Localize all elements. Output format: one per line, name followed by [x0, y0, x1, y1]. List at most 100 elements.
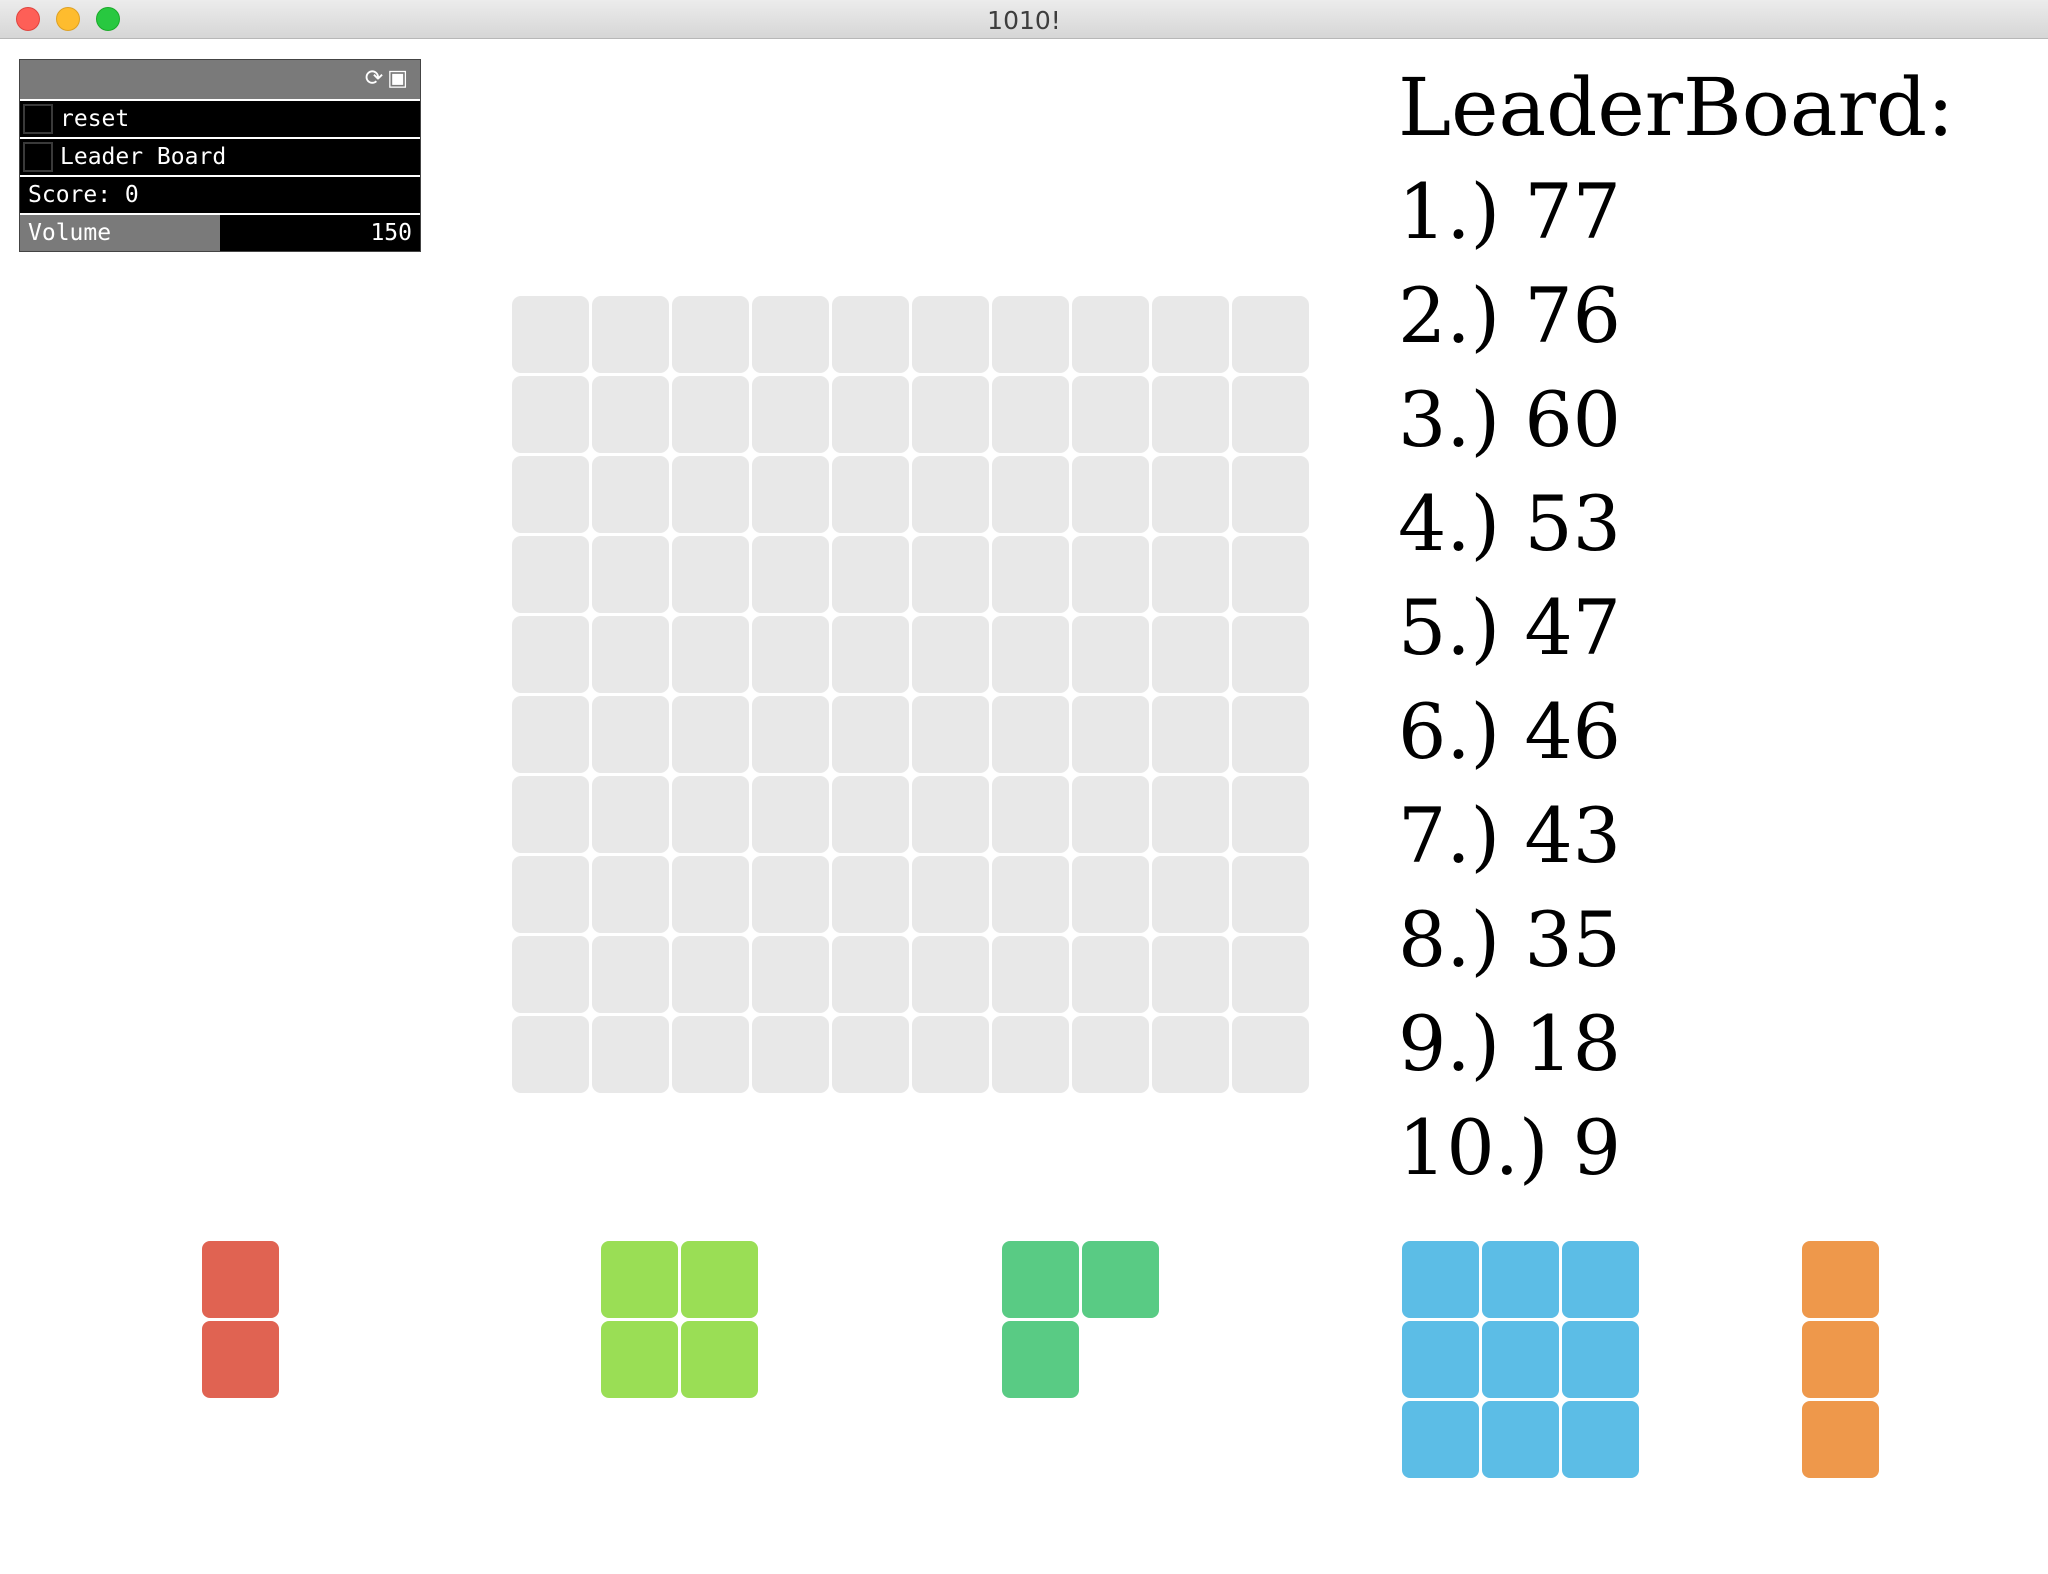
- board-cell[interactable]: [752, 456, 829, 533]
- board-cell[interactable]: [752, 776, 829, 853]
- board-cell[interactable]: [592, 776, 669, 853]
- board-cell[interactable]: [592, 456, 669, 533]
- board-cell[interactable]: [1152, 1016, 1229, 1093]
- piece-block[interactable]: [1802, 1321, 1879, 1398]
- piece-block[interactable]: [1482, 1321, 1559, 1398]
- board-cell[interactable]: [592, 376, 669, 453]
- board-cell[interactable]: [512, 856, 589, 933]
- piece-block[interactable]: [1562, 1401, 1639, 1478]
- save-icon[interactable]: ▣: [387, 66, 412, 91]
- board-cell[interactable]: [752, 616, 829, 693]
- board-cell[interactable]: [512, 936, 589, 1013]
- piece-block[interactable]: [1562, 1321, 1639, 1398]
- board-cell[interactable]: [992, 456, 1069, 533]
- board-cell[interactable]: [1152, 536, 1229, 613]
- board-cell[interactable]: [832, 456, 909, 533]
- board-cell[interactable]: [992, 616, 1069, 693]
- board-cell[interactable]: [992, 776, 1069, 853]
- piece-block[interactable]: [1402, 1401, 1479, 1478]
- board-cell[interactable]: [752, 696, 829, 773]
- board-cell[interactable]: [1232, 776, 1309, 853]
- board-cell[interactable]: [512, 616, 589, 693]
- piece-block[interactable]: [1482, 1401, 1559, 1478]
- board-cell[interactable]: [912, 616, 989, 693]
- board-cell[interactable]: [672, 616, 749, 693]
- board-cell[interactable]: [672, 776, 749, 853]
- board-cell[interactable]: [1232, 856, 1309, 933]
- board-cell[interactable]: [832, 856, 909, 933]
- board-cell[interactable]: [752, 936, 829, 1013]
- refresh-icon[interactable]: ⟳: [365, 66, 387, 91]
- board-cell[interactable]: [512, 776, 589, 853]
- board-cell[interactable]: [992, 856, 1069, 933]
- piece-red-vertical-2[interactable]: [202, 1241, 279, 1398]
- board-cell[interactable]: [752, 1016, 829, 1093]
- piece-lime-square-2x2[interactable]: [601, 1241, 758, 1398]
- board-cell[interactable]: [1072, 1016, 1149, 1093]
- board-cell[interactable]: [512, 456, 589, 533]
- board-cell[interactable]: [1072, 616, 1149, 693]
- board-cell[interactable]: [912, 856, 989, 933]
- board-cell[interactable]: [832, 776, 909, 853]
- piece-block[interactable]: [1002, 1321, 1079, 1398]
- piece-block[interactable]: [681, 1321, 758, 1398]
- board-cell[interactable]: [992, 696, 1069, 773]
- board-cell[interactable]: [592, 1016, 669, 1093]
- piece-block[interactable]: [1802, 1241, 1879, 1318]
- piece-orange-vertical-3[interactable]: [1802, 1241, 1879, 1478]
- board-cell[interactable]: [992, 1016, 1069, 1093]
- board-cell[interactable]: [1072, 296, 1149, 373]
- board-cell[interactable]: [992, 936, 1069, 1013]
- board-cell[interactable]: [1152, 376, 1229, 453]
- board-cell[interactable]: [912, 376, 989, 453]
- piece-block[interactable]: [601, 1241, 678, 1318]
- board-cell[interactable]: [672, 936, 749, 1013]
- piece-block[interactable]: [601, 1321, 678, 1398]
- board-cell[interactable]: [512, 536, 589, 613]
- piece-green-corner-3[interactable]: [1002, 1241, 1159, 1398]
- board-cell[interactable]: [592, 536, 669, 613]
- board-cell[interactable]: [912, 696, 989, 773]
- board-cell[interactable]: [1232, 616, 1309, 693]
- board-cell[interactable]: [592, 696, 669, 773]
- board-cell[interactable]: [1072, 376, 1149, 453]
- piece-block[interactable]: [681, 1241, 758, 1318]
- board-cell[interactable]: [1152, 856, 1229, 933]
- board-cell[interactable]: [672, 856, 749, 933]
- board-cell[interactable]: [592, 616, 669, 693]
- reset-toggle[interactable]: reset: [20, 101, 420, 139]
- control-panel-header[interactable]: ⟳▣: [20, 60, 420, 101]
- board-cell[interactable]: [832, 1016, 909, 1093]
- piece-block[interactable]: [1002, 1241, 1079, 1318]
- piece-block[interactable]: [1482, 1241, 1559, 1318]
- board-cell[interactable]: [912, 536, 989, 613]
- board-cell[interactable]: [1152, 776, 1229, 853]
- leaderboard-checkbox[interactable]: [23, 142, 53, 172]
- board-cell[interactable]: [1152, 296, 1229, 373]
- board-cell[interactable]: [992, 536, 1069, 613]
- piece-block[interactable]: [1562, 1241, 1639, 1318]
- board-cell[interactable]: [672, 376, 749, 453]
- board-cell[interactable]: [832, 696, 909, 773]
- board-cell[interactable]: [1152, 616, 1229, 693]
- board-cell[interactable]: [1232, 296, 1309, 373]
- piece-block[interactable]: [1802, 1401, 1879, 1478]
- board-cell[interactable]: [752, 536, 829, 613]
- board-cell[interactable]: [832, 936, 909, 1013]
- board-cell[interactable]: [512, 696, 589, 773]
- board-cell[interactable]: [1072, 696, 1149, 773]
- board-cell[interactable]: [1232, 536, 1309, 613]
- board-cell[interactable]: [672, 296, 749, 373]
- piece-block[interactable]: [1402, 1321, 1479, 1398]
- board-cell[interactable]: [592, 936, 669, 1013]
- piece-block[interactable]: [1402, 1241, 1479, 1318]
- piece-blue-square-3x3[interactable]: [1402, 1241, 1639, 1478]
- board-cell[interactable]: [1232, 456, 1309, 533]
- board-cell[interactable]: [752, 856, 829, 933]
- board-cell[interactable]: [1072, 776, 1149, 853]
- board-cell[interactable]: [912, 296, 989, 373]
- board-cell[interactable]: [592, 856, 669, 933]
- game-board[interactable]: [512, 296, 1309, 1093]
- reset-checkbox[interactable]: [23, 104, 53, 134]
- board-cell[interactable]: [832, 296, 909, 373]
